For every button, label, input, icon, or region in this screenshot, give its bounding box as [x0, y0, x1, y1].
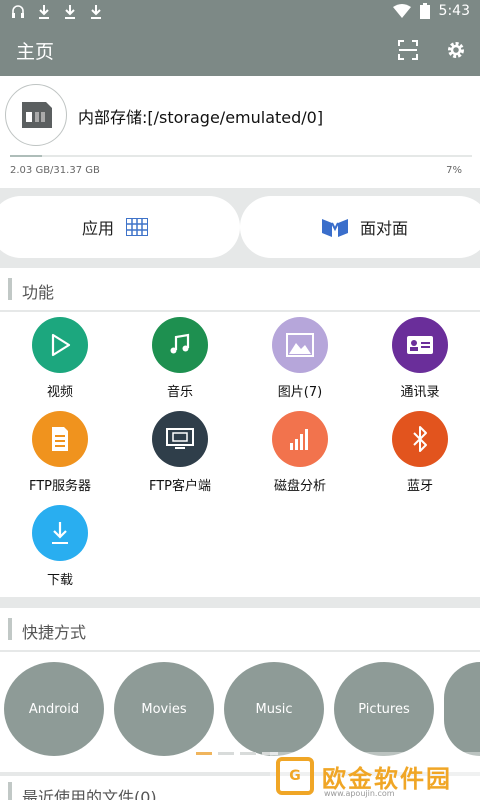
- grid-icon: [126, 218, 148, 236]
- download-icon: [65, 5, 75, 19]
- feature-icon-circle: [152, 317, 208, 373]
- feature-label: 音乐: [166, 385, 193, 400]
- feature-icon-circle: [272, 317, 328, 373]
- storage-percent: 7%: [446, 165, 462, 176]
- feature-label: 视频: [46, 385, 73, 400]
- bar-chart-icon: [290, 429, 308, 450]
- apps-button[interactable]: 应用: [0, 196, 240, 258]
- shortcut-partial[interactable]: [444, 662, 480, 756]
- feature-ftp-server[interactable]: FTP服务器: [0, 411, 120, 494]
- page-dot: [196, 752, 212, 755]
- download-icon: [91, 5, 101, 19]
- shortcut-movies[interactable]: Movies: [114, 662, 214, 756]
- feature-label: FTP服务器: [28, 479, 92, 494]
- play-icon: [51, 333, 71, 357]
- face-to-face-icon: [321, 219, 348, 237]
- feature-icon-circle: [272, 411, 328, 467]
- feature-contacts[interactable]: 通讯录: [360, 317, 480, 400]
- face-to-face-button[interactable]: 面对面: [240, 196, 480, 258]
- feature-icon-circle: [392, 317, 448, 373]
- ftp-server-icon: [52, 427, 68, 451]
- apps-label: 应用: [81, 219, 114, 238]
- page-title: 主页: [16, 41, 55, 63]
- feature-icon-circle: [32, 505, 88, 561]
- feature-icon-circle: [32, 411, 88, 467]
- storage-progress: [10, 155, 472, 157]
- app-bar: 主页: [0, 24, 480, 76]
- shortcut-android[interactable]: Android: [4, 662, 104, 756]
- shortcut-music[interactable]: Music: [224, 662, 324, 756]
- feature-label: 图片(7): [277, 385, 323, 400]
- sd-card-icon: [22, 102, 52, 128]
- sd-card-avatar: [5, 84, 67, 146]
- storage-path: 内部存储:[/storage/emulated/0]: [78, 108, 324, 127]
- wifi-icon: [392, 4, 411, 18]
- shortcuts-section-header: 快捷方式: [0, 608, 480, 650]
- feature-music[interactable]: 音乐: [120, 317, 240, 400]
- feature-label: FTP客户端: [148, 479, 212, 494]
- recent-title: 最近使用的文件(0): [22, 788, 157, 800]
- features-section-header: 功能: [0, 268, 480, 310]
- headset-icon: [12, 5, 24, 18]
- storage-progress-fill: [10, 155, 43, 157]
- feature-label: 下载: [46, 573, 73, 588]
- feature-label: 磁盘分析: [273, 479, 326, 494]
- feature-icon-circle: [392, 411, 448, 467]
- scan-icon: [398, 40, 418, 60]
- download-icon: [39, 5, 49, 19]
- feature-bluetooth[interactable]: 蓝牙: [360, 411, 480, 494]
- feature-ftp-client[interactable]: FTP客户端: [120, 411, 240, 494]
- image-icon: [286, 333, 314, 357]
- feature-label: 蓝牙: [406, 479, 433, 494]
- shortcuts-title: 快捷方式: [22, 623, 87, 642]
- feature-label: 通讯录: [400, 385, 440, 400]
- storage-used: 2.03 GB/31.37 GB: [10, 165, 100, 176]
- battery-icon: [419, 3, 430, 19]
- settings-button[interactable]: [442, 36, 470, 64]
- music-note-icon: [170, 333, 190, 354]
- bluetooth-icon: [413, 426, 427, 452]
- features-grid: 视频 音乐 图片(7) 通讯录 FTP服务器 FTP客户端 磁盘分析 蓝牙 下载: [0, 312, 480, 597]
- feature-icon-circle: [152, 411, 208, 467]
- feature-downloads[interactable]: 下载: [0, 505, 120, 588]
- status-bar: 5:43: [0, 0, 480, 24]
- watermark-url: www.apoujin.com: [324, 789, 395, 798]
- shortcut-pictures[interactable]: Pictures: [334, 662, 434, 756]
- feature-disk-analysis[interactable]: 磁盘分析: [240, 411, 360, 494]
- watermark-logo: G: [276, 757, 314, 795]
- feature-video[interactable]: 视频: [0, 317, 120, 400]
- feature-pictures[interactable]: 图片(7): [240, 317, 360, 400]
- section-accent: [8, 618, 12, 640]
- contact-card-icon: [407, 336, 433, 354]
- status-time: 5:43: [438, 3, 470, 19]
- section-accent: [8, 782, 12, 800]
- carousel-indicator: [196, 752, 278, 755]
- download-icon: [52, 522, 68, 544]
- ftp-client-icon: [166, 428, 194, 449]
- section-accent: [8, 278, 12, 300]
- watermark: G 欧金软件园 www.apoujin.com: [270, 752, 480, 800]
- gear-icon: [448, 42, 464, 58]
- feature-icon-circle: [32, 317, 88, 373]
- features-title: 功能: [22, 283, 55, 302]
- face-to-face-label: 面对面: [359, 219, 408, 238]
- scan-button[interactable]: [394, 36, 422, 64]
- storage-card[interactable]: 内部存储:[/storage/emulated/0] 2.03 GB/31.37…: [0, 76, 480, 188]
- page-dot: [218, 752, 234, 755]
- page-dot: [240, 752, 256, 755]
